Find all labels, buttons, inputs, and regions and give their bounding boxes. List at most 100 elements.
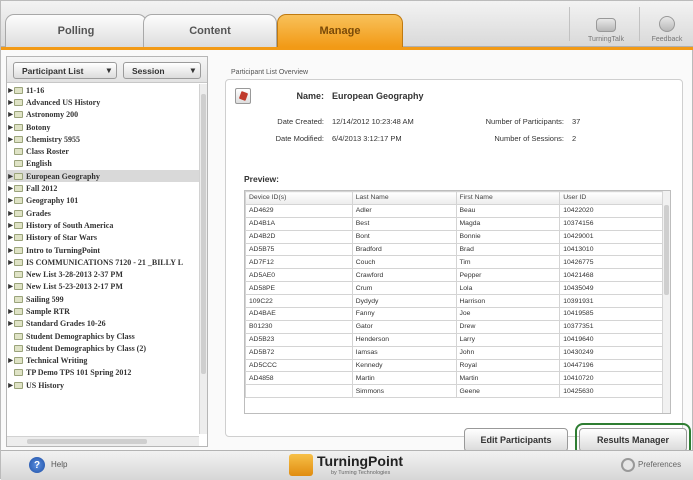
expand-arrow-icon[interactable]: ▶ (7, 197, 14, 204)
table-row[interactable]: AD4629 Adler Beau 10422020 (245, 203, 664, 218)
gear-icon[interactable] (621, 458, 635, 472)
tree-item-label: US History (26, 380, 64, 390)
expand-arrow-icon[interactable]: ▶ (7, 382, 14, 389)
turningtalk-button[interactable]: TurningTalk (577, 5, 635, 43)
table-vertical-scrollbar[interactable] (662, 191, 670, 413)
tree-item[interactable]: ▶ Sample RTR (7, 305, 199, 317)
table-row[interactable]: AD5B72 Iamsas John 10430249 (245, 345, 664, 360)
table-cell: 10421468 (559, 268, 664, 283)
table-row[interactable]: AD7F12 Couch Tim 10426775 (245, 255, 664, 270)
scrollbar-thumb[interactable] (201, 94, 206, 374)
tree-item[interactable]: ▶ Technical Writing (7, 355, 199, 367)
tree-horizontal-scrollbar[interactable] (7, 436, 199, 446)
table-header-row: Device ID(s) Last Name First Name User I… (245, 191, 664, 205)
help-link[interactable]: Help (51, 460, 67, 469)
participant-list-dropdown[interactable]: Participant List ▾ (13, 62, 117, 79)
expand-arrow-icon[interactable]: ▶ (7, 185, 14, 192)
table-cell: 10435049 (559, 281, 664, 296)
folder-icon (14, 357, 23, 365)
expand-arrow-icon[interactable]: ▶ (7, 357, 14, 364)
tree-item[interactable]: ▶ Botony (7, 121, 199, 133)
tree-item[interactable]: ▶ Fall 2012 (7, 182, 199, 194)
tree-item[interactable]: ▶ History of Star Wars (7, 232, 199, 244)
expand-arrow-icon[interactable]: ▶ (7, 111, 14, 118)
tree-item-label: Class Roster (26, 147, 69, 157)
edit-participants-button[interactable]: Edit Participants (464, 428, 568, 452)
edit-icon[interactable] (235, 88, 251, 104)
tree-item[interactable]: ▶ Intro to TurningPoint (7, 244, 199, 256)
tree-item[interactable]: ▶ 11-16 (7, 84, 199, 96)
tree-item[interactable]: Student Demographics by Class (2) (7, 342, 199, 354)
help-icon[interactable]: ? (29, 457, 45, 473)
expand-arrow-icon[interactable]: ▶ (7, 234, 14, 241)
expand-arrow-icon[interactable]: ▶ (7, 124, 14, 131)
tree-item[interactable]: ▶ Astronomy 200 (7, 109, 199, 121)
expand-arrow-icon[interactable]: ▶ (7, 222, 14, 229)
tree-item[interactable]: ▶ Grades (7, 207, 199, 219)
feedback-button[interactable]: Feedback (643, 5, 691, 43)
expand-arrow-icon[interactable]: ▶ (7, 210, 14, 217)
column-header-last-name[interactable]: Last Name (351, 191, 457, 205)
tree-item[interactable]: ▶ US History (7, 379, 199, 391)
table-row[interactable]: AD4BAE Fanny Joe 10419585 (245, 307, 664, 321)
tree-item-label: Advanced US History (26, 97, 101, 107)
tree-item[interactable]: ▶ History of South America (7, 219, 199, 231)
expand-arrow-icon[interactable]: ▶ (7, 283, 14, 290)
tree-item[interactable]: English (7, 158, 199, 170)
expand-arrow-icon[interactable]: ▶ (7, 308, 14, 315)
expand-arrow-icon[interactable]: ▶ (7, 99, 14, 106)
expand-arrow-icon[interactable]: ▶ (7, 136, 14, 143)
scrollbar-thumb[interactable] (27, 439, 147, 444)
tree-item[interactable]: ▶ European Geography (7, 170, 199, 183)
tree-vertical-scrollbar[interactable] (199, 84, 207, 434)
table-cell: Drew (455, 319, 561, 334)
num-sessions-value: 2 (572, 134, 577, 143)
table-row[interactable]: B01230 Gator Drew 10377351 (245, 319, 664, 334)
table-cell: Magda (455, 216, 561, 231)
expand-arrow-icon[interactable]: ▶ (7, 173, 14, 180)
tree-item[interactable]: ▶ Chemistry 5955 (7, 133, 199, 145)
tree-item[interactable]: ▶ Geography 101 (7, 195, 199, 207)
table-row[interactable]: AD5B75 Bradford Brad 10413010 (245, 242, 664, 257)
tab-polling[interactable]: Polling (5, 14, 147, 47)
tab-manage[interactable]: Manage (277, 14, 403, 47)
scrollbar-thumb[interactable] (664, 205, 669, 295)
tree-item[interactable]: Student Demographics by Class (7, 330, 199, 342)
table-row[interactable]: AD4B1A Best Magda 10374156 (245, 216, 664, 231)
tree-item[interactable]: New List 3-28-2013 2-37 PM (7, 268, 199, 280)
tree-item[interactable]: ▶ IS COMMUNICATIONS 7120 - 21 _BILLY L (7, 256, 199, 268)
date-modified-label: Date Modified: (275, 134, 324, 143)
tree-item[interactable]: Class Roster (7, 145, 199, 157)
preferences-link[interactable]: Preferences (638, 460, 681, 469)
table-row[interactable]: 109C22 Dydydy Harrison 10391931 (245, 294, 664, 309)
tab-content[interactable]: Content (143, 14, 277, 47)
session-dropdown[interactable]: Session ▾ (123, 62, 201, 79)
num-participants-value: 37 (572, 117, 581, 126)
table-cell: Henderson (351, 332, 457, 347)
tree-item[interactable]: ▶ New List 5-23-2013 2-17 PM (7, 281, 199, 293)
table-row[interactable]: AD5B23 Henderson Larry 10419640 (245, 332, 664, 347)
table-row[interactable]: AD4858 Martin Martin 10410720 (245, 371, 664, 386)
column-header-device-id[interactable]: Device ID(s) (245, 191, 353, 205)
expand-arrow-icon[interactable]: ▶ (7, 320, 14, 327)
table-row[interactable]: Simmons Geene 10425630 (245, 384, 664, 399)
tree-item[interactable]: ▶ Advanced US History (7, 96, 199, 108)
tree-item-label: English (26, 159, 52, 169)
column-header-first-name[interactable]: First Name (455, 191, 561, 205)
tree-item[interactable]: Sailing 599 (7, 293, 199, 305)
date-created-label: Date Created: (277, 117, 324, 126)
column-header-user-id[interactable]: User ID (559, 191, 664, 205)
results-manager-button[interactable]: Results Manager (579, 428, 687, 452)
expand-arrow-icon[interactable]: ▶ (7, 259, 14, 266)
tree-item-label: Technical Writing (26, 356, 88, 366)
table-row[interactable]: AD4B2D Bont Bonnie 10429001 (245, 229, 664, 244)
expand-arrow-icon[interactable]: ▶ (7, 247, 14, 254)
divider (569, 7, 570, 41)
tree-item[interactable]: TP Demo TPS 101 Spring 2012 (7, 367, 199, 379)
tree-item[interactable]: ▶ Standard Grades 10-26 (7, 318, 199, 330)
expand-arrow-icon[interactable]: ▶ (7, 87, 14, 94)
table-cell: AD4B1A (245, 216, 353, 231)
table-row[interactable]: AD58PE Crum Lola 10435049 (245, 281, 664, 296)
table-row[interactable]: AD5CCC Kennedy Royal 10447196 (245, 358, 664, 373)
table-row[interactable]: AD5AE0 Crawford Pepper 10421468 (245, 268, 664, 283)
